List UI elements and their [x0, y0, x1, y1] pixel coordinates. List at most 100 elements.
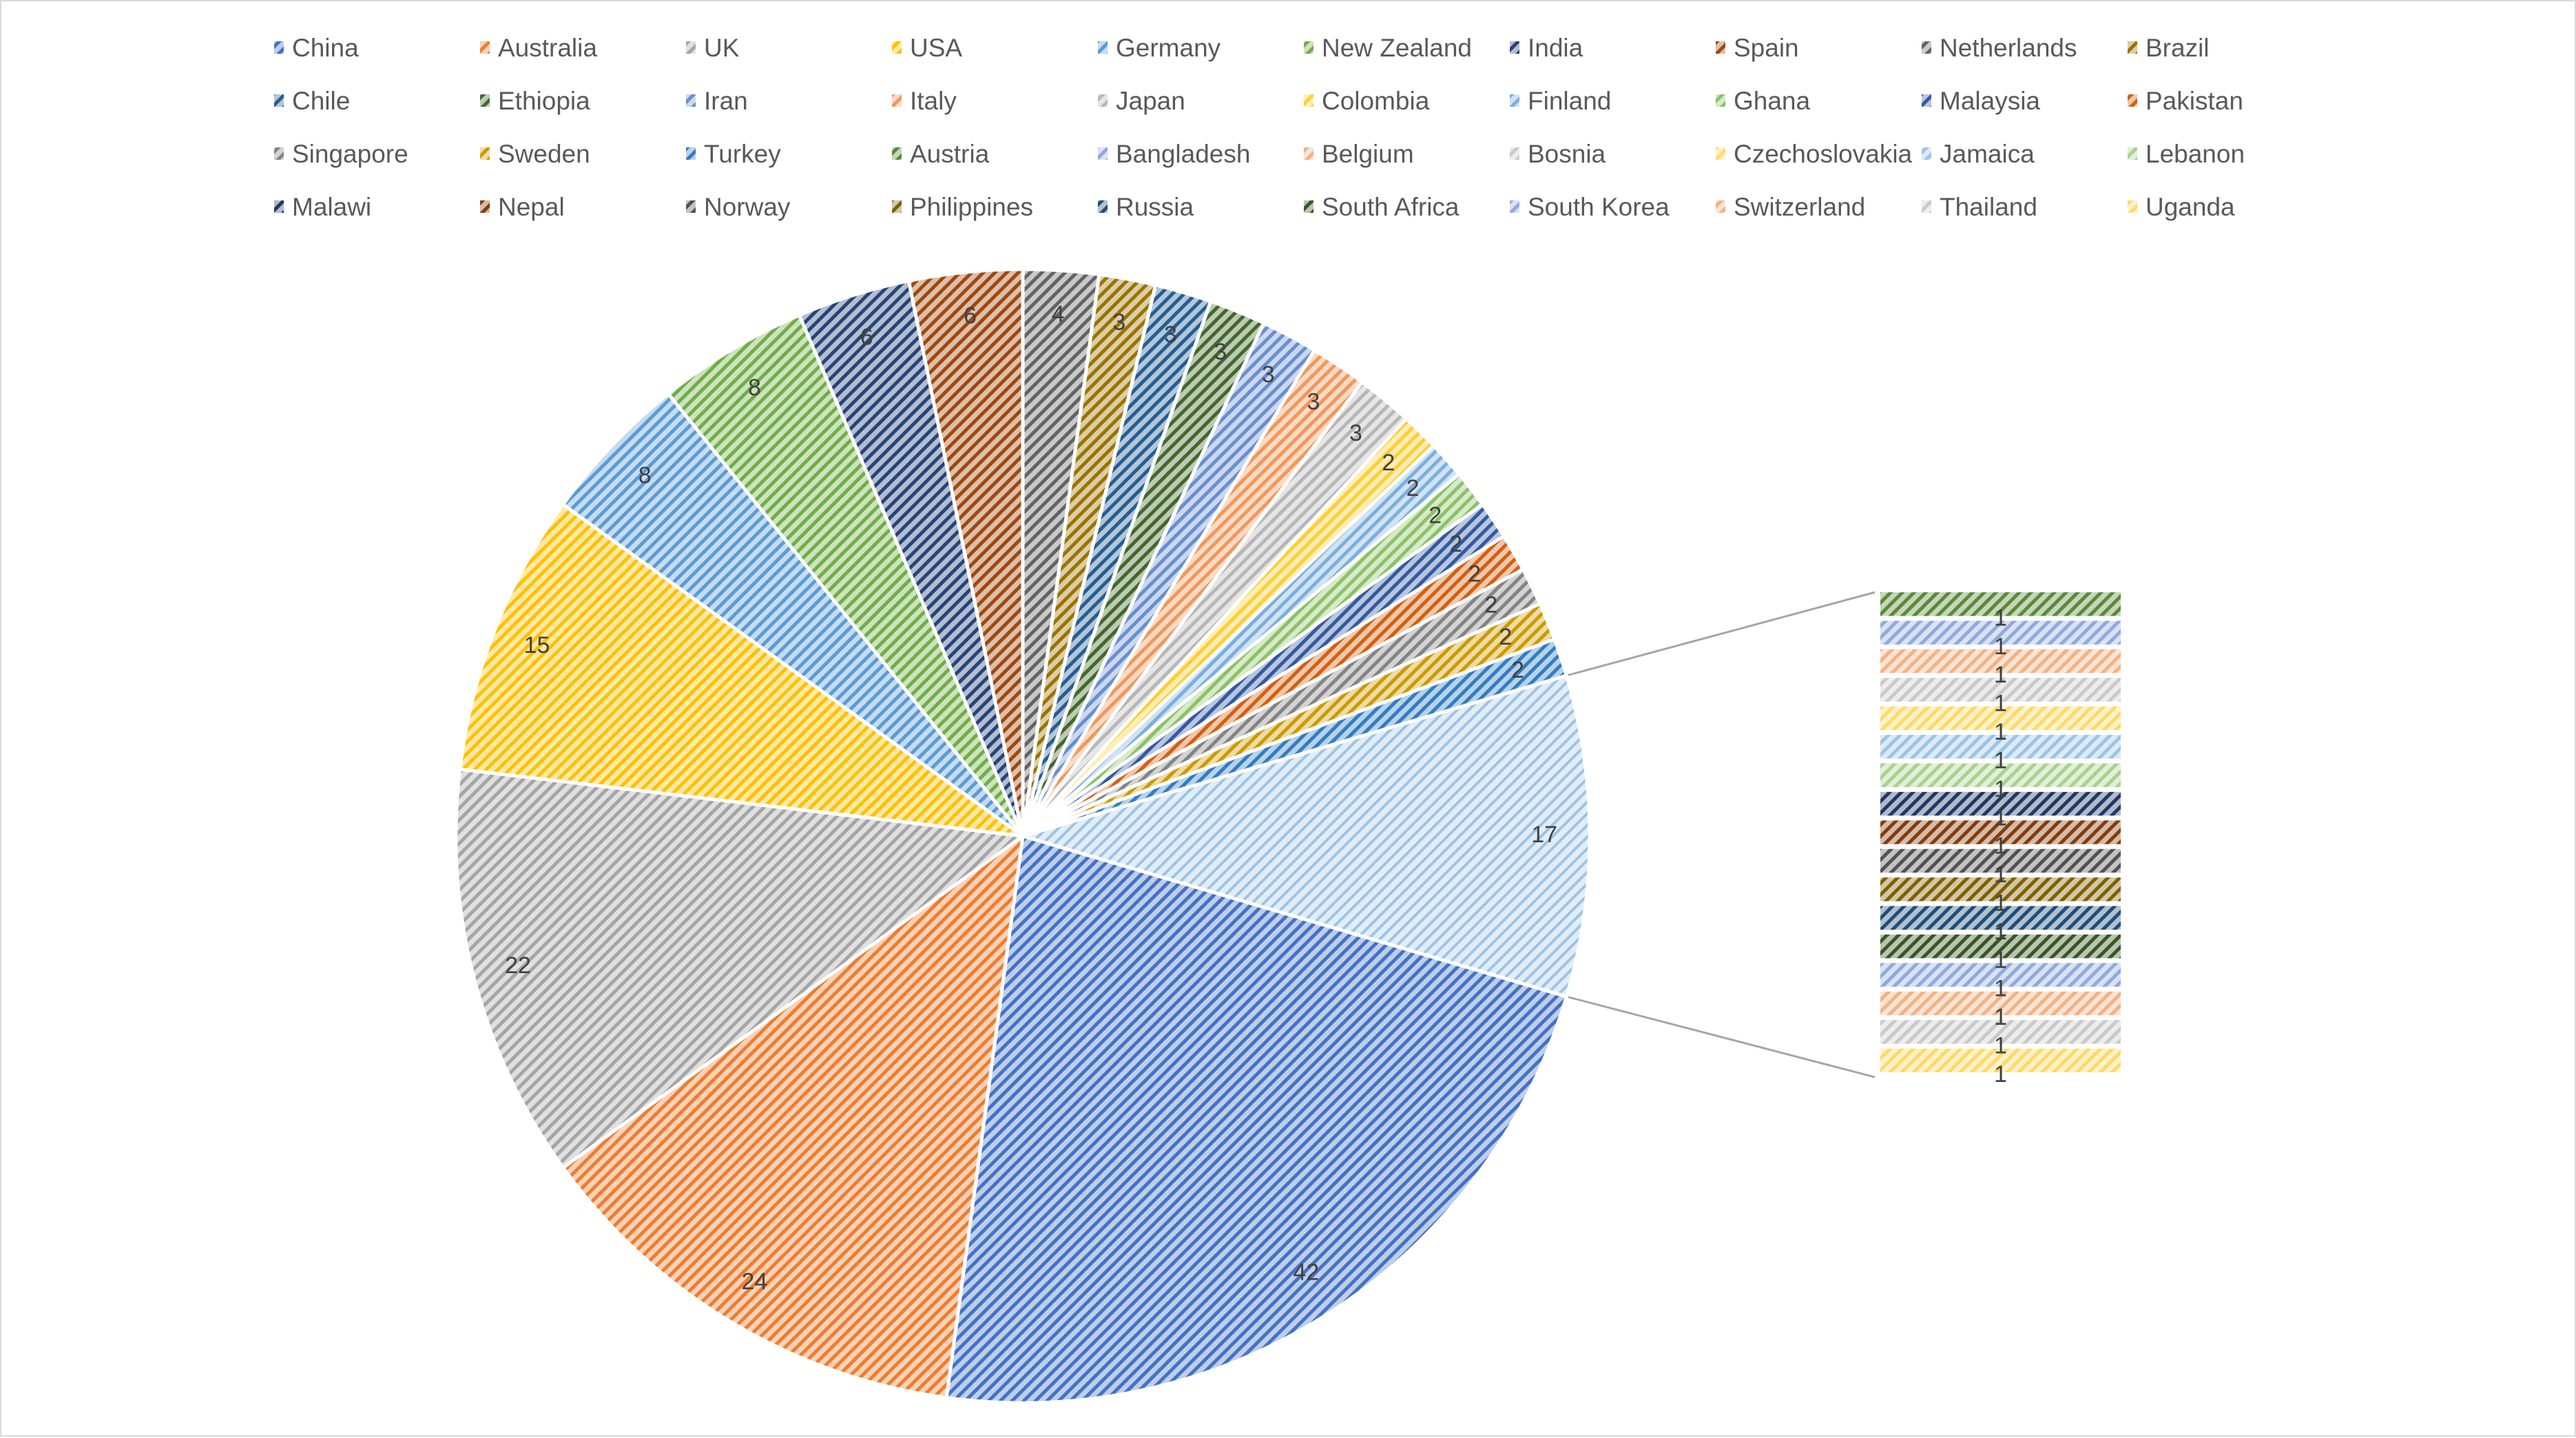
legend-label: Brazil	[2146, 34, 2210, 62]
legend-swatch	[1098, 147, 1108, 160]
legend-item: Jamaica	[1922, 140, 2035, 168]
legend-swatch	[2128, 147, 2137, 160]
legend-item: Uganda	[2128, 193, 2235, 221]
data-label: 1	[1994, 947, 2007, 973]
legend-item: Czechoslovakia	[1716, 140, 1913, 168]
legend-item: Malaysia	[1922, 87, 2040, 115]
legend-label: Chile	[292, 87, 350, 115]
data-label: 2	[1499, 624, 1512, 650]
data-label: 3	[1307, 388, 1320, 415]
legend-swatch	[1098, 94, 1108, 107]
legend-label: Finland	[1528, 87, 1611, 115]
legend-item: Sweden	[480, 140, 590, 168]
data-label: 8	[748, 375, 761, 401]
legend-swatch	[892, 94, 902, 107]
data-label: 1	[1994, 919, 2007, 945]
legend-label: Iran	[704, 87, 748, 115]
legend-label: Colombia	[1322, 87, 1430, 115]
legend-item: New Zealand	[1304, 34, 1472, 62]
legend-swatch	[480, 41, 490, 54]
legend-item: India	[1510, 34, 1583, 62]
data-label: 8	[638, 462, 652, 488]
legend-label: Jamaica	[1940, 140, 2035, 168]
legend-swatch	[1510, 200, 1519, 213]
data-label: 22	[505, 952, 531, 979]
data-label: 3	[1112, 309, 1125, 335]
data-label: 6	[860, 324, 873, 351]
legend-swatch	[274, 41, 284, 54]
data-label: 2	[1484, 592, 1497, 618]
legend-swatch	[686, 94, 696, 107]
legend-item: Switzerland	[1716, 193, 1865, 221]
legend-swatch	[1716, 41, 1725, 54]
legend-swatch	[1098, 200, 1108, 213]
legend-label: Austria	[910, 140, 990, 168]
legend-label: Bangladesh	[1116, 140, 1250, 168]
data-label: 3	[1349, 420, 1362, 446]
legend-item: Netherlands	[1922, 34, 2077, 62]
data-label: 1	[1994, 862, 2007, 888]
legend-label: New Zealand	[1322, 34, 1472, 62]
legend-label: Ethiopia	[498, 87, 590, 115]
legend-item: Chile	[274, 87, 350, 115]
legend-swatch	[1922, 94, 1931, 107]
legend-label: Italy	[910, 87, 957, 115]
legend-label: Japan	[1116, 87, 1185, 115]
connector-line-bottom	[1566, 995, 1876, 1078]
legend-label: Spain	[1734, 34, 1799, 62]
legend-label: South Africa	[1322, 193, 1460, 221]
legend-label: Czechoslovakia	[1734, 140, 1913, 168]
legend-label: Malaysia	[1940, 87, 2040, 115]
legend-label: Sweden	[498, 140, 590, 168]
legend-label: Ghana	[1734, 87, 1811, 115]
data-label: 17	[1531, 822, 1557, 848]
legend-swatch	[1510, 94, 1519, 107]
legend-swatch	[1922, 41, 1931, 54]
legend-swatch	[1510, 41, 1519, 54]
legend-swatch	[686, 41, 696, 54]
legend-label: Belgium	[1322, 140, 1414, 168]
legend-label: Norway	[704, 193, 791, 221]
data-label: 42	[1293, 1260, 1319, 1286]
pie	[454, 267, 1592, 1405]
legend-label: Thailand	[1940, 193, 2037, 221]
legend-item: Germany	[1098, 34, 1221, 62]
legend-item: South Korea	[1510, 193, 1670, 221]
legend-item: Thailand	[1922, 193, 2037, 221]
legend-swatch	[2128, 200, 2137, 213]
legend-swatch	[1922, 147, 1931, 160]
legend-label: South Korea	[1528, 193, 1670, 221]
data-label: 1	[1994, 747, 2007, 773]
legend: China Australia UK USA Germany New Zealand Ind…	[274, 34, 2245, 221]
legend-swatch	[892, 147, 902, 160]
legend-label: Malawi	[292, 193, 371, 221]
legend-item: Australia	[480, 34, 597, 62]
chart-area: China Australia UK USA Germany New Zealand Ind…	[0, 0, 2576, 1437]
legend-label: USA	[910, 34, 962, 62]
legend-swatch	[274, 200, 284, 213]
data-label: 3	[1214, 339, 1227, 365]
data-label: 4	[1052, 302, 1065, 328]
legend-swatch	[1304, 200, 1313, 213]
legend-item: Russia	[1098, 193, 1194, 221]
legend-item: Finland	[1510, 87, 1611, 115]
data-label: 1	[1994, 662, 2007, 688]
legend-label: Bosnia	[1528, 140, 1606, 168]
legend-item: Iran	[686, 87, 748, 115]
legend-swatch	[1304, 41, 1313, 54]
data-label: 1	[1994, 1061, 2007, 1087]
legend-swatch	[1510, 147, 1519, 160]
data-label: 1	[1994, 1033, 2007, 1059]
connector-lines	[1566, 591, 1876, 1078]
legend-swatch	[892, 200, 902, 213]
connector-line-top	[1566, 591, 1876, 677]
legend-label: Singapore	[292, 140, 408, 168]
legend-item: Nepal	[480, 193, 565, 221]
legend-item: Singapore	[274, 140, 408, 168]
legend-swatch	[1922, 200, 1931, 213]
data-label: 1	[1994, 719, 2007, 745]
data-label: 15	[524, 632, 550, 658]
data-label: 2	[1406, 475, 1420, 501]
legend-label: Netherlands	[1940, 34, 2077, 62]
legend-label: China	[292, 34, 359, 62]
